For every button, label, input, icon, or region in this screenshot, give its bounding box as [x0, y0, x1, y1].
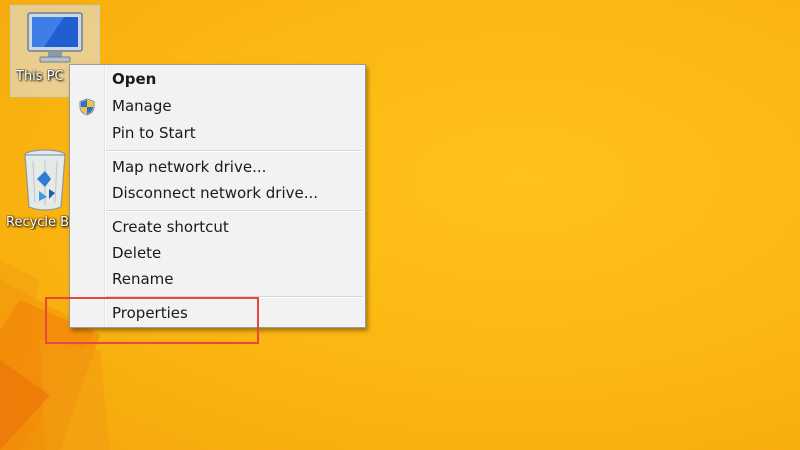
menu-item-open[interactable]: Open [72, 67, 363, 93]
uac-shield-icon [79, 98, 95, 116]
menu-item-disconnect-network-drive[interactable]: Disconnect network drive... [72, 181, 363, 207]
menu-item-label: Disconnect network drive... [112, 184, 319, 202]
menu-item-map-network-drive[interactable]: Map network drive... [72, 155, 363, 181]
menu-item-label: Create shortcut [112, 218, 229, 236]
menu-item-create-shortcut[interactable]: Create shortcut [72, 215, 363, 241]
menu-item-label: Manage [112, 97, 172, 115]
menu-item-label: Properties [112, 304, 188, 322]
desktop[interactable]: This PC Recycle Bin Open Manage Pin to S… [0, 0, 800, 450]
menu-item-rename[interactable]: Rename [72, 267, 363, 293]
menu-separator [106, 296, 362, 298]
menu-separator [106, 210, 362, 212]
computer-monitor-icon [27, 12, 83, 63]
menu-item-label: Open [112, 70, 157, 88]
desktop-icon-label: Recycle Bin [6, 215, 74, 230]
menu-item-properties[interactable]: Properties [72, 301, 363, 327]
menu-item-manage[interactable]: Manage [72, 94, 363, 120]
menu-separator [106, 150, 362, 152]
menu-item-label: Delete [112, 244, 162, 262]
menu-item-delete[interactable]: Delete [72, 241, 363, 267]
menu-item-pin-to-start[interactable]: Pin to Start [72, 121, 363, 147]
menu-item-label: Map network drive... [112, 158, 267, 176]
menu-item-label: Pin to Start [112, 124, 196, 142]
menu-item-label: Rename [112, 270, 174, 288]
recycle-bin-icon [24, 149, 66, 211]
context-menu: Open Manage Pin to Start Map network dri… [69, 64, 366, 328]
